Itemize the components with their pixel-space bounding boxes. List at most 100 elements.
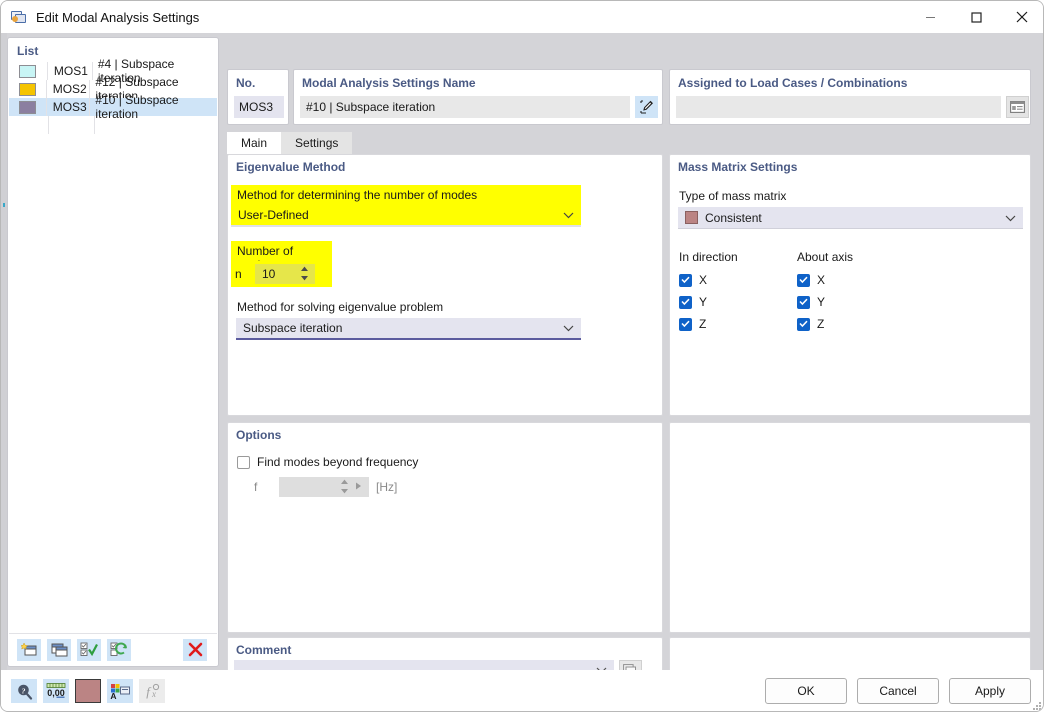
checkbox-icon <box>797 295 810 309</box>
checkbox-label: Y <box>699 295 708 309</box>
mass-type-value: Consistent <box>705 210 762 225</box>
right-empty-panel <box>669 422 1031 633</box>
svg-text:?: ? <box>21 686 25 695</box>
edit-pencil-icon[interactable] <box>635 96 658 118</box>
checkbox-label: Y <box>817 295 826 309</box>
assigned-label: Assigned to Load Cases / Combinations <box>678 76 908 90</box>
frequency-stepper <box>279 477 369 497</box>
about-axis-header: About axis <box>797 250 854 264</box>
list-item-color-cell <box>9 62 48 80</box>
number-of-modes-stepper[interactable]: 10 <box>255 264 315 284</box>
solving-method-dropdown[interactable]: Subspace iteration <box>236 318 581 340</box>
options-panel: Options Find modes beyond frequency f [H… <box>227 422 663 633</box>
help-search-icon[interactable]: ? <box>11 679 37 703</box>
settings-name-label: Modal Analysis Settings Name <box>302 76 476 90</box>
window-controls <box>907 1 1043 33</box>
svg-text:A: A <box>110 691 116 700</box>
eigenvalue-method-title: Eigenvalue Method <box>236 160 346 174</box>
chevron-down-icon <box>563 208 574 222</box>
cancel-button[interactable]: Cancel <box>857 678 939 704</box>
method-modes-label: Method for determining the number of mod… <box>231 185 581 205</box>
ok-button[interactable]: OK <box>765 678 847 704</box>
frequency-unit-label: [Hz] <box>376 480 398 494</box>
expand-arrow-icon <box>355 482 362 493</box>
resize-grip[interactable] <box>1031 700 1041 710</box>
mass-type-dropdown[interactable]: Consistent <box>678 207 1023 229</box>
settings-name-input[interactable]: #10 | Subspace iteration <box>300 96 630 118</box>
mass-matrix-title: Mass Matrix Settings <box>678 160 798 174</box>
footer-bar: ? 0,00 A f x OK Cancel Apply <box>1 670 1043 711</box>
list-item-color-cell <box>9 80 47 98</box>
edit-modal-analysis-settings-window: Edit Modal Analysis Settings List MOS1 #… <box>0 0 1044 712</box>
checkbox-label: X <box>817 273 826 287</box>
color-swatch <box>19 64 37 78</box>
formula-icon: f x <box>139 679 165 703</box>
solving-method-value: Subspace iteration <box>243 321 343 335</box>
load-cases-icon[interactable] <box>1006 96 1029 118</box>
color-swatch[interactable] <box>75 679 101 703</box>
checkbox-icon <box>679 273 692 287</box>
invert-selection-icon[interactable] <box>107 638 131 661</box>
checkbox-about-axis-y[interactable]: Y <box>797 295 825 309</box>
svg-text:0,00: 0,00 <box>47 688 65 698</box>
checkbox-about-axis-z[interactable]: Z <box>797 317 824 331</box>
number-of-modes-value: 10 <box>262 267 276 281</box>
checkbox-label: X <box>699 273 708 287</box>
checkbox-icon <box>797 273 810 287</box>
checkbox-in-direction-z[interactable]: Z <box>679 317 706 331</box>
checkbox-icon <box>679 295 692 309</box>
checkbox-find-modes-beyond-frequency[interactable]: Find modes beyond frequency <box>237 455 418 469</box>
title-bar: Edit Modal Analysis Settings <box>1 1 1043 33</box>
list-item-code: MOS3 <box>47 98 91 116</box>
list-item-color-cell <box>9 98 47 116</box>
color-swatch <box>18 82 36 96</box>
stepper-arrows-icon <box>340 479 349 494</box>
in-direction-header: In direction <box>679 250 738 264</box>
mass-matrix-panel: Mass Matrix Settings Type of mass matrix… <box>669 154 1031 416</box>
assigned-input[interactable] <box>676 96 1001 118</box>
footer-tools: ? 0,00 A f x <box>11 679 165 703</box>
tab-bar: Main Settings <box>227 132 353 154</box>
list-item-code: MOS2 <box>47 80 91 98</box>
stepper-arrows-icon[interactable] <box>300 266 309 281</box>
tab-settings[interactable]: Settings <box>281 132 353 154</box>
minimize-button[interactable] <box>907 1 953 33</box>
maximize-button[interactable] <box>953 1 999 33</box>
chevron-down-icon <box>563 321 574 335</box>
checkbox-about-axis-x[interactable]: X <box>797 273 825 287</box>
method-modes-value: User-Defined <box>238 208 309 222</box>
mass-type-label: Type of mass matrix <box>679 189 787 203</box>
new-item-icon[interactable] <box>17 638 41 661</box>
checkbox-in-direction-x[interactable]: X <box>679 273 707 287</box>
number-value[interactable]: MOS3 <box>234 96 284 118</box>
settings-name-box: Modal Analysis Settings Name #10 | Subsp… <box>293 69 663 125</box>
frequency-symbol-label: f <box>254 480 258 494</box>
checkbox-icon <box>237 455 250 469</box>
checkbox-label: Z <box>817 317 825 331</box>
list-panel: List MOS1 #4 | Subspace iteration MOS2 #… <box>7 37 219 667</box>
color-picker-icon[interactable]: A <box>107 679 133 703</box>
tab-main[interactable]: Main <box>227 132 282 154</box>
checkbox-label: Find modes beyond frequency <box>257 455 419 469</box>
list-empty-row <box>9 116 217 134</box>
number-label: No. <box>236 76 256 90</box>
copy-item-icon[interactable] <box>47 638 71 661</box>
apply-button[interactable]: Apply <box>949 678 1031 704</box>
select-all-icon[interactable] <box>77 638 101 661</box>
list-item-selected[interactable]: MOS3 #10 | Subspace iteration <box>9 93 217 121</box>
assigned-load-cases-box: Assigned to Load Cases / Combinations <box>669 69 1031 125</box>
checkbox-icon <box>797 317 810 331</box>
dialog-body: List MOS1 #4 | Subspace iteration MOS2 #… <box>1 33 1043 683</box>
list-toolbar <box>9 633 217 665</box>
close-button[interactable] <box>999 1 1043 33</box>
options-title: Options <box>236 428 282 442</box>
list-item-code: MOS1 <box>48 62 93 80</box>
checkbox-in-direction-y[interactable]: Y <box>679 295 707 309</box>
method-modes-dropdown[interactable]: User-Defined <box>231 205 581 227</box>
list-title: List <box>17 44 39 58</box>
delete-icon[interactable] <box>183 638 207 661</box>
modal-settings-icon <box>10 8 28 26</box>
number-box: No. MOS3 <box>227 69 289 125</box>
decimal-places-icon[interactable]: 0,00 <box>43 679 69 703</box>
mass-type-color-swatch <box>685 211 698 224</box>
